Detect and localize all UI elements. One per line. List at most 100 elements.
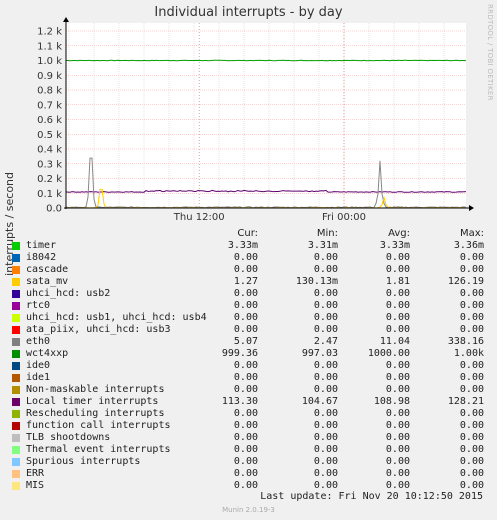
legend-row: Spurious interrupts 0.00 0.00 0.00 0.00	[0, 456, 497, 468]
legend-value-min: 0.00	[313, 372, 338, 383]
legend-series-name: MIS	[26, 480, 45, 491]
legend-value-avg: 0.00	[385, 360, 410, 371]
legend-swatch	[12, 290, 20, 298]
legend-swatch	[12, 482, 20, 490]
legend-value-min: 3.31m	[307, 240, 338, 251]
y-tick-label: 0.3 k	[37, 159, 62, 170]
legend-series-name: Thermal event interrupts	[26, 444, 171, 455]
y-tick-label: 0.5 k	[37, 130, 62, 141]
legend-value-cur: 0.00	[233, 384, 258, 395]
legend-value-cur: 0.00	[233, 324, 258, 335]
legend-value-min: 0.00	[313, 420, 338, 431]
plot-background	[66, 23, 466, 208]
legend-swatch	[12, 350, 20, 358]
legend-value-min: 0.00	[313, 360, 338, 371]
legend-swatch	[12, 266, 20, 274]
legend-row: uhci_hcd: usb1, uhci_hcd: usb4 0.00 0.00 0.…	[0, 312, 497, 324]
legend-value-min: 130.13m	[295, 276, 338, 287]
legend-swatch	[12, 338, 20, 346]
legend-value-min: 0.00	[313, 384, 338, 395]
legend-value-cur: 3.33m	[227, 240, 258, 251]
legend-value-min: 0.00	[313, 480, 338, 491]
legend-value-min: 0.00	[313, 312, 338, 323]
legend-series-name: ERR	[26, 468, 45, 479]
legend-value-avg: 1000.00	[367, 348, 410, 359]
legend-value-avg: 0.00	[385, 432, 410, 443]
legend-value-cur: 1.27	[233, 276, 258, 287]
legend-value-cur: 0.00	[233, 444, 258, 455]
legend-series-name: uhci_hcd: usb2	[26, 288, 111, 299]
legend-value-cur: 0.00	[233, 252, 258, 263]
legend-series-name: ide1	[26, 372, 51, 383]
legend-value-avg: 1.81	[385, 276, 410, 287]
y-tick-label: 0.9 k	[37, 71, 62, 82]
legend-series-name: Local timer interrupts	[26, 396, 159, 407]
legend-value-min: 0.00	[313, 264, 338, 275]
legend-row: rtc0 0.00 0.00 0.00 0.00	[0, 300, 497, 312]
legend-series-name: TLB shootdowns	[26, 432, 111, 443]
legend-value-cur: 0.00	[233, 264, 258, 275]
legend-value-min: 2.47	[313, 336, 338, 347]
legend-value-max: 128.21	[447, 396, 484, 407]
y-tick-label: 0.2 k	[37, 174, 62, 185]
legend-row: sata_mv 1.27 130.13m 1.81 126.19	[0, 276, 497, 288]
legend-row: ide1 0.00 0.00 0.00 0.00	[0, 372, 497, 384]
legend-row: Thermal event interrupts 0.00 0.00 0.00 0.00	[0, 444, 497, 456]
legend-value-avg: 0.00	[385, 312, 410, 323]
legend-swatch	[12, 374, 20, 382]
legend-value-cur: 0.00	[233, 360, 258, 371]
legend-swatch	[12, 410, 20, 418]
legend-row: wct4xxp 999.36 997.03 1000.00 1.00k	[0, 348, 497, 360]
legend-value-avg: 0.00	[385, 468, 410, 479]
legend-value-avg: 108.98	[373, 396, 410, 407]
legend-series-name: Non-maskable interrupts	[26, 384, 165, 395]
legend-header-avg: Avg:	[388, 228, 410, 239]
y-tick-label: 1.0 k	[37, 56, 62, 67]
legend-row: ata_piix, uhci_hcd: usb3 0.00 0.00 0.00 0.00	[0, 324, 497, 336]
legend-swatch	[12, 446, 20, 454]
legend-value-max: 0.00	[459, 480, 484, 491]
legend-value-avg: 0.00	[385, 252, 410, 263]
legend-value-max: 0.00	[459, 312, 484, 323]
legend-series-name: ide0	[26, 360, 51, 371]
legend-value-min: 0.00	[313, 468, 338, 479]
legend-swatch	[12, 314, 20, 322]
footer-version: Munin 2.0.19-3	[222, 506, 275, 514]
legend-swatch	[12, 398, 20, 406]
legend-value-max: 0.00	[459, 444, 484, 455]
legend-series-name: Rescheduling interrupts	[26, 408, 165, 419]
legend-value-max: 0.00	[459, 252, 484, 263]
legend-value-avg: 0.00	[385, 372, 410, 383]
legend-row: timer 3.33m 3.31m 3.33m 3.36m	[0, 240, 497, 252]
legend-value-max: 338.16	[447, 336, 484, 347]
legend-swatch	[12, 242, 20, 250]
legend-value-avg: 11.04	[379, 336, 410, 347]
legend-value-avg: 0.00	[385, 324, 410, 335]
legend-value-cur: 5.07	[233, 336, 258, 347]
legend-value-cur: 0.00	[233, 468, 258, 479]
x-tick-label: Thu 12:00	[173, 212, 225, 223]
legend-header-min: Min:	[316, 228, 338, 239]
legend-row: TLB shootdowns 0.00 0.00 0.00 0.00	[0, 432, 497, 444]
legend-value-avg: 0.00	[385, 444, 410, 455]
legend-series-name: timer	[26, 240, 57, 251]
legend-value-avg: 0.00	[385, 384, 410, 395]
y-tick-label: 0.4 k	[37, 145, 62, 156]
legend-value-cur: 0.00	[233, 456, 258, 467]
legend-swatch	[12, 254, 20, 262]
legend-value-avg: 0.00	[385, 420, 410, 431]
legend-row: cascade 0.00 0.00 0.00 0.00	[0, 264, 497, 276]
legend-series-name: rtc0	[26, 300, 51, 311]
legend-value-max: 0.00	[459, 264, 484, 275]
legend-value-cur: 0.00	[233, 420, 258, 431]
legend-swatch	[12, 362, 20, 370]
y-tick-label: 0.6 k	[37, 115, 62, 126]
legend-series-name: i8042	[26, 252, 57, 263]
last-update: Last update: Fri Nov 20 10:12:50 2015	[260, 491, 483, 502]
legend-value-cur: 0.00	[233, 288, 258, 299]
legend-value-max: 0.00	[459, 360, 484, 371]
legend-row: Non-maskable interrupts 0.00 0.00 0.00 0.00	[0, 384, 497, 396]
x-axis-arrow	[469, 205, 474, 211]
legend-value-cur: 0.00	[233, 480, 258, 491]
legend-value-avg: 0.00	[385, 264, 410, 275]
